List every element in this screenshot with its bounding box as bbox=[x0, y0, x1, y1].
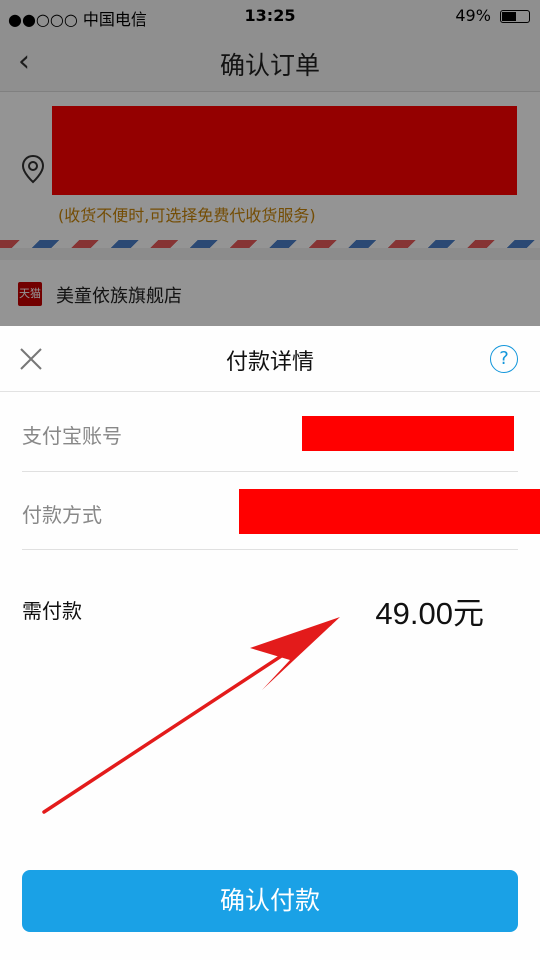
dim-overlay[interactable] bbox=[0, 0, 540, 326]
alipay-account-row: 支付宝账号 bbox=[0, 392, 540, 472]
sheet-title: 付款详情 bbox=[225, 350, 314, 375]
payment-method-row[interactable]: 付款方式 bbox=[0, 472, 540, 550]
amount-due-label: 需付款 bbox=[22, 599, 82, 623]
amount-due-value: 49.00元 bbox=[375, 596, 484, 631]
payment-method-label: 付款方式 bbox=[22, 503, 102, 527]
alipay-account-label: 支付宝账号 bbox=[22, 424, 122, 448]
payment-sheet: 付款详情 ? 支付宝账号 付款方式 需付款 49.00元 bbox=[0, 326, 540, 960]
confirm-payment-button[interactable]: 确认付款 bbox=[22, 870, 518, 932]
sheet-header: 付款详情 ? bbox=[0, 326, 540, 392]
amount-due-row: 需付款 49.00元 bbox=[0, 550, 540, 660]
redacted-account bbox=[302, 416, 514, 451]
help-icon[interactable]: ? bbox=[490, 345, 518, 373]
redacted-payment-method bbox=[239, 489, 540, 534]
